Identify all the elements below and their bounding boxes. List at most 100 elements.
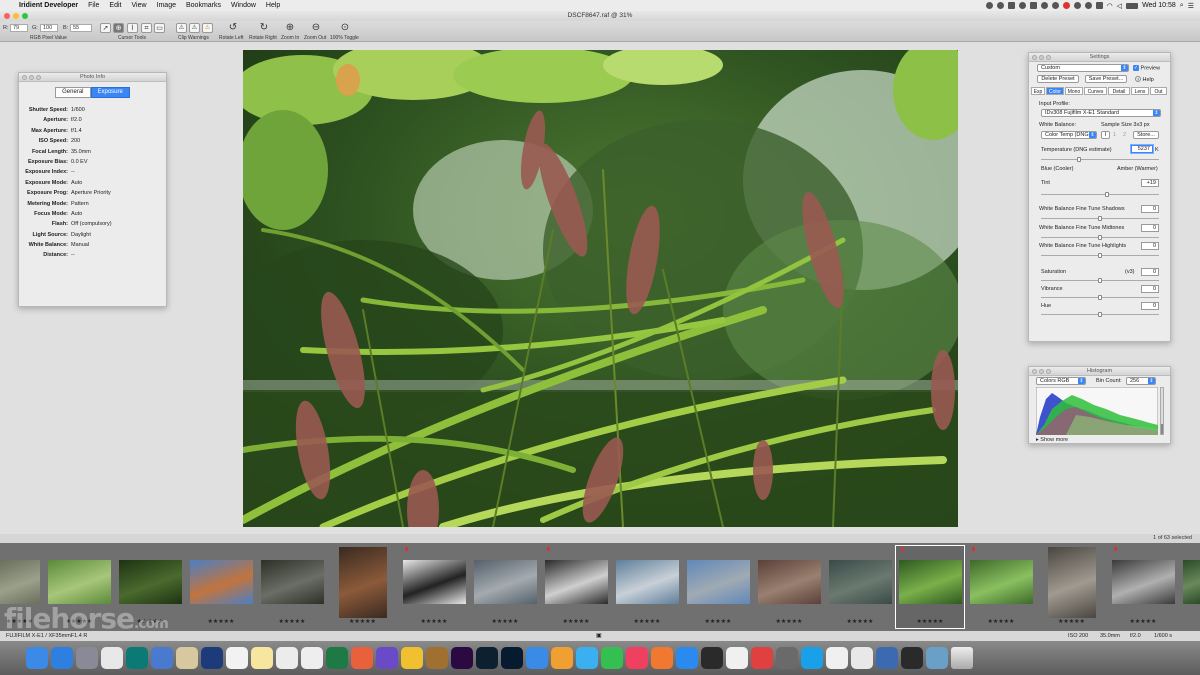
filmstrip-thumbnail[interactable]: [119, 560, 182, 604]
list-icon[interactable]: ☰: [1188, 2, 1194, 10]
photos-icon[interactable]: [526, 647, 548, 669]
tint-input[interactable]: +19: [1141, 179, 1159, 187]
filmstrip-thumbnail[interactable]: [403, 560, 466, 604]
scrollbar-thumb[interactable]: [1161, 424, 1163, 434]
vibrance-slider[interactable]: [1041, 295, 1159, 300]
wb-shadows-slider[interactable]: [1041, 216, 1159, 221]
slider-knob[interactable]: [1098, 216, 1102, 221]
minimize-icon[interactable]: [29, 75, 34, 80]
tab-exposure[interactable]: Exposure: [90, 87, 130, 98]
calendar-icon[interactable]: [201, 647, 223, 669]
eyedropper-button[interactable]: ⌇: [1101, 131, 1110, 139]
star-rating[interactable]: ★★★★★: [634, 618, 661, 625]
rotate-left-icon[interactable]: ↺: [226, 22, 240, 33]
filmstrip-thumbnail[interactable]: [261, 560, 324, 604]
status-icon[interactable]: [1029, 2, 1037, 9]
calendar2-icon[interactable]: [701, 647, 723, 669]
slider-knob[interactable]: [1098, 253, 1102, 258]
star-rating[interactable]: ★★★★★: [917, 618, 944, 625]
status-icon[interactable]: [1040, 2, 1048, 9]
saturation-slider[interactable]: [1041, 278, 1159, 283]
input-profile-select[interactable]: IDv308 Fujifilm X-E1 Standard ⇕: [1041, 109, 1161, 117]
finder2-icon[interactable]: [851, 647, 873, 669]
sketchup-icon[interactable]: [126, 647, 148, 669]
tab-exp[interactable]: Exp: [1031, 87, 1045, 95]
preview-toggle[interactable]: ✓ Preview: [1133, 65, 1160, 71]
tint-slider[interactable]: [1041, 192, 1159, 197]
status-icon[interactable]: [996, 2, 1004, 9]
notes2-icon[interactable]: [801, 647, 823, 669]
launchpad-icon[interactable]: [76, 647, 98, 669]
slider-knob[interactable]: [1098, 295, 1102, 300]
affinity-icon[interactable]: [351, 647, 373, 669]
cinema4d-icon[interactable]: [176, 647, 198, 669]
help-button[interactable]: ? Help: [1135, 76, 1154, 83]
store-button[interactable]: Store...: [1133, 131, 1159, 139]
star-rating[interactable]: ★★★★★: [492, 618, 519, 625]
star-rating[interactable]: ★★★★★: [1058, 618, 1085, 625]
menu-bookmarks[interactable]: Bookmarks: [181, 2, 226, 9]
toggle-100-icon[interactable]: ⊙: [338, 22, 352, 33]
close-icon[interactable]: [1032, 369, 1037, 374]
zoom-icon[interactable]: [36, 75, 41, 80]
tab-out[interactable]: Out: [1150, 87, 1167, 95]
zoom-out-icon[interactable]: ⊖: [309, 22, 323, 33]
compare-tool-button[interactable]: ▭: [154, 23, 165, 33]
preset-select[interactable]: Custom ⇕: [1037, 64, 1129, 72]
filmstrip-thumbnail[interactable]: [474, 560, 537, 604]
filmstrip-thumbnail[interactable]: [339, 547, 387, 618]
star-rating[interactable]: ★★★★★: [279, 618, 306, 625]
hue-input[interactable]: 0: [1141, 302, 1159, 310]
premiere-icon[interactable]: [426, 647, 448, 669]
wb-highlights-input[interactable]: 0: [1141, 242, 1159, 250]
wb-slot-2[interactable]: 2: [1123, 132, 1126, 138]
folder-icon[interactable]: [926, 647, 948, 669]
mylio-icon[interactable]: [826, 647, 848, 669]
photoshop-icon[interactable]: [476, 647, 498, 669]
star-rating[interactable]: ★★★★★: [776, 618, 803, 625]
menu-app-name[interactable]: Iridient Developer: [14, 2, 83, 9]
histogram-mode-select[interactable]: Colors RGB ⇕: [1036, 377, 1086, 385]
star-rating[interactable]: ★★★★★: [208, 618, 235, 625]
reminders-icon[interactable]: [251, 647, 273, 669]
status-icon[interactable]: [1007, 2, 1015, 9]
filmstrip-thumbnail[interactable]: [899, 560, 962, 604]
zoom-icon[interactable]: [1046, 369, 1051, 374]
wb-shadows-input[interactable]: 0: [1141, 205, 1159, 213]
minimize-icon[interactable]: [1039, 55, 1044, 60]
crop-tool-button[interactable]: ⌗: [141, 23, 152, 33]
status-icon[interactable]: [1062, 2, 1070, 9]
menu-view[interactable]: View: [126, 2, 151, 9]
star-rating[interactable]: ★★★★★: [705, 618, 732, 625]
zoom-in-label[interactable]: Zoom In: [281, 35, 299, 41]
facetime-icon[interactable]: [576, 647, 598, 669]
chrome-icon[interactable]: [101, 647, 123, 669]
battery-icon[interactable]: [1126, 2, 1139, 9]
menu-help[interactable]: Help: [261, 2, 285, 9]
zoom-button[interactable]: [22, 13, 28, 19]
finder-icon[interactable]: [26, 647, 48, 669]
filmstrip-thumbnail[interactable]: [616, 560, 679, 604]
star-rating[interactable]: ★★★★★: [563, 618, 590, 625]
status-icon[interactable]: [1073, 2, 1081, 9]
close-icon[interactable]: [22, 75, 27, 80]
filmstrip-thumbnail[interactable]: [970, 560, 1033, 604]
office-icon[interactable]: [326, 647, 348, 669]
rotate-right-label[interactable]: Rotate Right: [249, 35, 277, 41]
tab-curves[interactable]: Curves: [1084, 87, 1107, 95]
hue-slider[interactable]: [1041, 312, 1159, 317]
wb-mode-select[interactable]: Color Temp (DNG ⇕: [1041, 131, 1097, 139]
rotate-right-icon[interactable]: ↻: [257, 22, 271, 33]
wb-highlights-slider[interactable]: [1041, 253, 1159, 258]
filmstrip-thumbnail[interactable]: [1112, 560, 1175, 604]
menu-image[interactable]: Image: [152, 2, 181, 9]
slider-knob[interactable]: [1098, 312, 1102, 317]
menu-window[interactable]: Window: [226, 2, 261, 9]
filmstrip-thumbnail[interactable]: [1048, 547, 1096, 618]
zoom-in-icon[interactable]: ⊕: [283, 22, 297, 33]
coffee-icon[interactable]: [401, 647, 423, 669]
sample-size-label[interactable]: Sample Size 3x3 px: [1101, 122, 1150, 128]
photo-canvas[interactable]: [243, 50, 958, 527]
trash-icon[interactable]: [951, 647, 973, 669]
close-icon[interactable]: [1032, 55, 1037, 60]
